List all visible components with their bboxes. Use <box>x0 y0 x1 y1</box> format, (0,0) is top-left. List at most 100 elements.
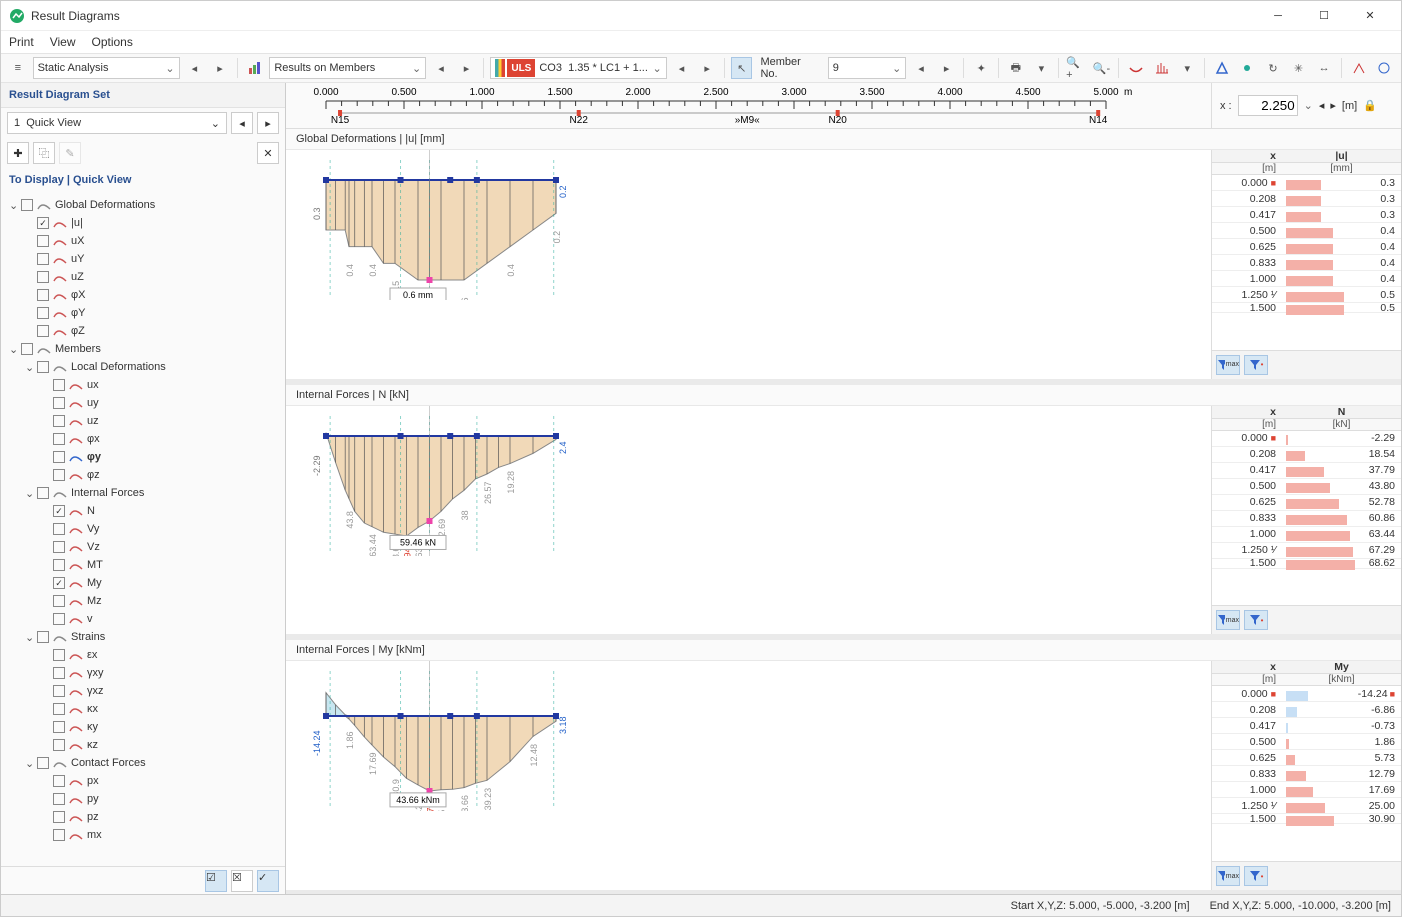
tree-item-kx[interactable]: κx <box>9 700 277 718</box>
expand-arrow-icon[interactable]: ⌄ <box>25 361 37 374</box>
next-combo-button[interactable]: ▸ <box>696 57 718 79</box>
snap-icon[interactable]: ✳ <box>1288 57 1310 79</box>
set-prev-button[interactable]: ◂ <box>231 112 253 134</box>
tree-item-luy[interactable]: uy <box>9 394 277 412</box>
checkbox[interactable] <box>37 271 49 283</box>
tree-item-internal-forces[interactable]: ⌄Internal Forces <box>9 484 277 502</box>
tree-item-uy[interactable]: uY <box>9 250 277 268</box>
table-row[interactable]: 0.208-6.86 <box>1212 702 1401 718</box>
checkbox[interactable] <box>53 595 65 607</box>
prev-target-button[interactable]: ◂ <box>430 57 452 79</box>
tree-item-lux[interactable]: ux <box>9 376 277 394</box>
x-next-button[interactable]: ▸ <box>1330 99 1336 112</box>
checkbox[interactable] <box>53 829 65 841</box>
table-row[interactable]: 0.2080.3 <box>1212 191 1401 207</box>
edit-set-button[interactable]: ✎ <box>59 142 81 164</box>
print-icon[interactable]: 🖶 <box>1005 57 1027 79</box>
expand-arrow-icon[interactable]: ⌄ <box>25 631 37 644</box>
tree-item-vz[interactable]: Vz <box>9 538 277 556</box>
checkbox[interactable] <box>53 415 65 427</box>
chart-canvas[interactable]: 0.30.20.40.40.50.60.60.40.20.60.6 mm <box>286 150 586 300</box>
refresh-icon[interactable]: ↻ <box>1262 57 1284 79</box>
prev-analysis-button[interactable]: ◂ <box>184 57 206 79</box>
tree-item-py[interactable]: py <box>9 790 277 808</box>
table-row[interactable]: 1.00017.69 <box>1212 782 1401 798</box>
results-target-select[interactable]: Results on Members⌄ <box>269 57 426 79</box>
tree-item-global-def[interactable]: ⌄Global Deformations <box>9 196 277 214</box>
next-target-button[interactable]: ▸ <box>456 57 478 79</box>
tree-item-lphiy[interactable]: φy <box>9 448 277 466</box>
expand-arrow-icon[interactable]: ⌄ <box>9 343 21 356</box>
expand-arrow-icon[interactable]: ⌄ <box>25 757 37 770</box>
table-row[interactable]: 1.50030.90 <box>1212 814 1401 824</box>
analysis-type-select[interactable]: Static Analysis⌄ <box>33 57 180 79</box>
result-tree[interactable]: ⌄Global Deformations|u|uXuYuZφXφYφZ⌄Memb… <box>1 192 285 866</box>
next-analysis-button[interactable]: ▸ <box>209 57 231 79</box>
minimize-button[interactable]: ─ <box>1255 2 1301 30</box>
expand-arrow-icon[interactable]: ⌄ <box>25 487 37 500</box>
lock-icon[interactable]: 🔒 <box>1363 99 1377 112</box>
checkbox[interactable] <box>53 523 65 535</box>
hatch-icon[interactable] <box>1151 57 1173 79</box>
tree-item-u[interactable]: |u| <box>9 214 277 232</box>
filter-point-button[interactable]: • <box>1244 610 1268 630</box>
checkbox[interactable] <box>53 577 65 589</box>
table-row[interactable]: 0.6250.4 <box>1212 239 1401 255</box>
diagram-set-select[interactable]: 1 Quick View ⌄ <box>7 112 227 134</box>
tree-item-kz[interactable]: κz <box>9 736 277 754</box>
checkbox[interactable] <box>37 217 49 229</box>
checkbox[interactable] <box>53 775 65 787</box>
chart-canvas[interactable]: -14.243.181.8617.6930.9424543.6639.2312.… <box>286 661 586 811</box>
table-row[interactable]: 0.8330.4 <box>1212 255 1401 271</box>
check-all-button[interactable]: ☑ <box>205 870 227 892</box>
checkbox[interactable] <box>37 325 49 337</box>
checkbox[interactable] <box>53 703 65 715</box>
checkbox[interactable] <box>53 811 65 823</box>
filter-point-button[interactable]: • <box>1244 866 1268 886</box>
delete-set-button[interactable]: ✕ <box>257 142 279 164</box>
table-row[interactable]: 0.5000.4 <box>1212 223 1401 239</box>
tree-item-phiy[interactable]: φY <box>9 304 277 322</box>
checkbox[interactable] <box>21 343 33 355</box>
table-row[interactable]: 1.5000.5 <box>1212 303 1401 313</box>
checkbox[interactable] <box>37 757 49 769</box>
table-row[interactable]: 0.5001.86 <box>1212 734 1401 750</box>
checkbox[interactable] <box>53 433 65 445</box>
member-no-select[interactable]: 9⌄ <box>828 57 907 79</box>
uncheck-all-button[interactable]: ☒ <box>231 870 253 892</box>
checkbox[interactable] <box>37 289 49 301</box>
tree-item-ky[interactable]: κy <box>9 718 277 736</box>
table-row[interactable]: 0.20818.54 <box>1212 447 1401 463</box>
tool-a-icon[interactable] <box>1348 57 1370 79</box>
tree-item-v[interactable]: v <box>9 610 277 628</box>
zoom-in-icon[interactable]: 🔍+ <box>1065 57 1087 79</box>
checkbox[interactable] <box>53 469 65 481</box>
filter-max-button[interactable]: max <box>1216 610 1240 630</box>
table-row[interactable]: 0.83360.86 <box>1212 511 1401 527</box>
tree-item-members[interactable]: ⌄Members <box>9 340 277 358</box>
tool-b-icon[interactable] <box>1373 57 1395 79</box>
checkbox[interactable] <box>37 361 49 373</box>
tree-item-local-def[interactable]: ⌄Local Deformations <box>9 358 277 376</box>
x-value-input[interactable] <box>1238 95 1298 116</box>
results-icon[interactable] <box>244 57 266 79</box>
maximize-button[interactable]: ☐ <box>1301 2 1347 30</box>
checkbox[interactable] <box>37 253 49 265</box>
prev-combo-button[interactable]: ◂ <box>671 57 693 79</box>
table-row[interactable]: 0.417-0.73 <box>1212 718 1401 734</box>
tree-item-mt[interactable]: MT <box>9 556 277 574</box>
checkbox[interactable] <box>53 739 65 751</box>
table-row[interactable]: 0.62552.78 <box>1212 495 1401 511</box>
table-row[interactable]: 0.000 ■-2.29 <box>1212 431 1401 447</box>
filter-max-button[interactable]: max <box>1216 866 1240 886</box>
table-row[interactable]: 0.6255.73 <box>1212 750 1401 766</box>
checkbox[interactable] <box>53 685 65 697</box>
table-row[interactable]: 0.000 ■-14.24■ <box>1212 686 1401 702</box>
checkbox[interactable] <box>53 379 65 391</box>
dimension-icon[interactable]: ↔ <box>1313 57 1335 79</box>
x-prev-button[interactable]: ◂ <box>1319 99 1325 112</box>
tree-item-lphix[interactable]: φx <box>9 430 277 448</box>
table-row[interactable]: 1.0000.4 <box>1212 271 1401 287</box>
table-row[interactable]: 0.41737.79 <box>1212 463 1401 479</box>
table-row[interactable]: 1.50068.62 <box>1212 559 1401 569</box>
